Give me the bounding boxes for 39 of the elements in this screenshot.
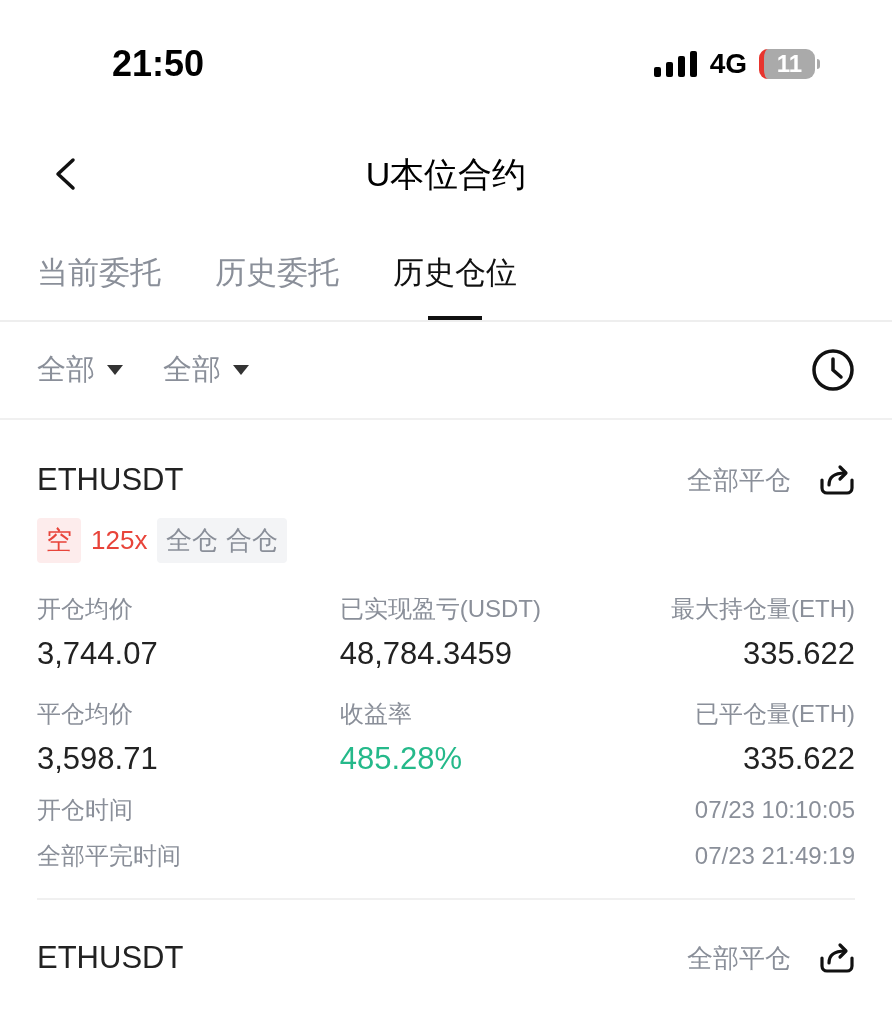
caret-icon [233, 365, 249, 375]
stat-label: 平仓均价 [37, 698, 134, 729]
stat-value: 3,598.71 [37, 739, 159, 778]
network-label: 4G [709, 47, 747, 81]
filter-dropdown[interactable]: 全部 [37, 348, 123, 392]
status-time: 21:50 [112, 42, 205, 86]
back-icon[interactable] [54, 157, 76, 191]
stat-label: 开仓均价 [37, 594, 134, 624]
margin-tag: 全仓 合仓 [157, 518, 287, 563]
stat-value: 335.622 [742, 739, 855, 778]
symbol-text: ETHUSDT [37, 938, 184, 977]
stat-label: 最大持仓量(ETH) [671, 594, 855, 624]
side-tag: 空 [37, 518, 81, 563]
share-icon[interactable] [819, 463, 855, 497]
symbol-text: ETHUSDT [37, 460, 184, 499]
page-title: U本位合约 [365, 153, 527, 195]
signal-icon [653, 51, 698, 77]
time-label: 全部平完时间 [37, 841, 181, 871]
stat-value: 335.622 [742, 635, 855, 673]
stat-value: 48,784.3459 [339, 635, 514, 673]
stat-label: 收益率 [339, 698, 413, 729]
time-value: 07/23 21:49:19 [694, 841, 855, 871]
battery-indicator: 11 [759, 49, 820, 79]
close-all-button[interactable]: 全部平仓 [687, 938, 791, 978]
stat-value: 3,744.07 [37, 635, 159, 673]
filter-dropdown[interactable]: 全部 [163, 348, 249, 392]
stat-value: 485.28% [339, 739, 464, 778]
time-value: 07/23 10:10:05 [694, 795, 855, 825]
tab[interactable]: 当前委托 [37, 218, 161, 320]
stat-label: 已实现盈亏(USDT) [339, 594, 542, 624]
tab[interactable]: 历史委托 [215, 218, 339, 320]
time-label: 开仓时间 [37, 795, 133, 825]
clock-icon[interactable] [811, 348, 855, 392]
tab[interactable]: 历史仓位 [393, 218, 517, 320]
leverage-text: 125x [91, 524, 148, 557]
stat-label: 已平仓量(ETH) [695, 698, 855, 729]
close-all-button[interactable]: 全部平仓 [687, 460, 791, 500]
caret-icon [107, 365, 123, 375]
share-icon[interactable] [819, 941, 855, 975]
